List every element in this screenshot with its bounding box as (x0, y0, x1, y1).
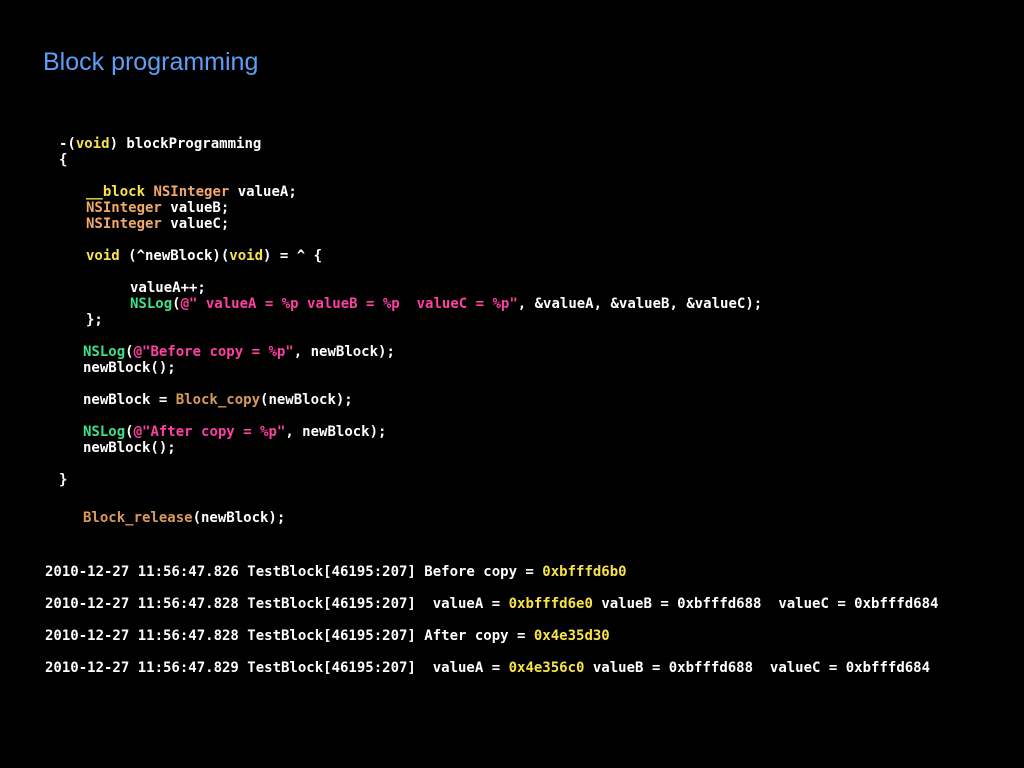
log-text: valueB = 0xbfffd688 valueC = 0xbfffd684 (592, 596, 939, 612)
code-token: (^newBlock)( (119, 248, 230, 264)
code-token: ( (125, 424, 134, 440)
log-text: valueB = 0xbfffd688 valueC = 0xbfffd684 (584, 660, 931, 676)
code-token-keyword: void (229, 248, 264, 264)
log-text: 2010-12-27 11:56:47.828 TestBlock[46195:… (45, 628, 534, 644)
code-line-valueC-decl: NSInteger valueC; (86, 216, 229, 232)
code-line-block-close: }; (86, 312, 103, 328)
code-line-increment: valueA++; (130, 280, 206, 296)
code-line-close-brace: } (59, 472, 67, 488)
code-line-block-decl: void (^newBlock)(void) = ^ { (86, 248, 322, 264)
code-line-block-release: Block_release(newBlock); (83, 510, 285, 526)
code-token: newBlock(); (83, 360, 176, 376)
log-line-after-copy: 2010-12-27 11:56:47.828 TestBlock[46195:… (45, 628, 610, 644)
log-address-highlight: 0xbfffd6b0 (542, 564, 627, 580)
code-token: } (59, 472, 68, 488)
code-token: ) blockProgramming (109, 136, 262, 152)
log-line-values-1: 2010-12-27 11:56:47.828 TestBlock[46195:… (45, 596, 938, 612)
code-token-type: NSInteger (86, 216, 162, 232)
code-token-type: NSInteger (86, 200, 162, 216)
code-token: { (59, 152, 68, 168)
code-line-valueB-decl: NSInteger valueB; (86, 200, 229, 216)
code-token: (newBlock); (260, 392, 353, 408)
log-line-before-copy: 2010-12-27 11:56:47.826 TestBlock[46195:… (45, 564, 627, 580)
code-line-call-2: newBlock(); (83, 440, 176, 456)
log-text: 2010-12-27 11:56:47.826 TestBlock[46195:… (45, 564, 543, 580)
code-token: -( (59, 136, 76, 152)
code-token: valueA; (229, 184, 297, 200)
code-token-string: @" valueA = %p valueB = %p valueC = %p" (180, 296, 518, 312)
code-token-function: NSLog (130, 296, 173, 312)
code-token: , newBlock); (293, 344, 395, 360)
code-token: , newBlock); (285, 424, 387, 440)
code-line-open-brace: { (59, 152, 67, 168)
log-text: 2010-12-27 11:56:47.829 TestBlock[46195:… (45, 660, 509, 676)
code-token: ( (172, 296, 181, 312)
code-token-function: NSLog (83, 424, 126, 440)
code-token-string: @"After copy = %p" (133, 424, 286, 440)
log-line-values-2: 2010-12-27 11:56:47.829 TestBlock[46195:… (45, 660, 930, 676)
code-token-keyword: void (75, 136, 110, 152)
code-token-c-function: Block_copy (175, 392, 261, 408)
code-line-call-1: newBlock(); (83, 360, 176, 376)
code-token-keyword: void (86, 248, 120, 264)
code-token: (newBlock); (192, 510, 286, 526)
code-line-nslog-values: NSLog(@" valueA = %p valueB = %p valueC … (130, 296, 762, 312)
code-token: valueC; (161, 216, 230, 232)
code-token: ( (125, 344, 134, 360)
code-token-keyword: __block (86, 184, 146, 200)
log-address-highlight: 0xbfffd6e0 (508, 596, 593, 612)
code-token: , &valueA, &valueB, &valueC); (517, 296, 763, 312)
code-token: newBlock(); (83, 440, 176, 456)
code-token: valueB; (161, 200, 230, 216)
code-token: }; (86, 312, 103, 328)
code-token: valueA++; (130, 280, 206, 296)
code-token: newBlock = (83, 392, 176, 408)
code-line-nslog-after: NSLog(@"After copy = %p", newBlock); (83, 424, 386, 440)
code-line-valueA-decl: __block NSInteger valueA; (86, 184, 297, 200)
code-block: -(void) blockProgramming { __block NSInt… (0, 0, 1024, 768)
log-address-highlight: 0x4e356c0 (508, 660, 585, 676)
code-token-c-function: Block_release (83, 510, 193, 526)
code-token-function: NSLog (83, 344, 126, 360)
code-line-nslog-before: NSLog(@"Before copy = %p", newBlock); (83, 344, 395, 360)
code-token: ) = ^ { (263, 248, 323, 264)
log-address-highlight: 0x4e35d30 (533, 628, 610, 644)
log-text: 2010-12-27 11:56:47.828 TestBlock[46195:… (45, 596, 509, 612)
code-line-method-signature: -(void) blockProgramming (59, 136, 261, 152)
code-token-string: @"Before copy = %p" (133, 344, 294, 360)
code-line-block-copy: newBlock = Block_copy(newBlock); (83, 392, 353, 408)
code-token-type: NSInteger (153, 184, 230, 200)
